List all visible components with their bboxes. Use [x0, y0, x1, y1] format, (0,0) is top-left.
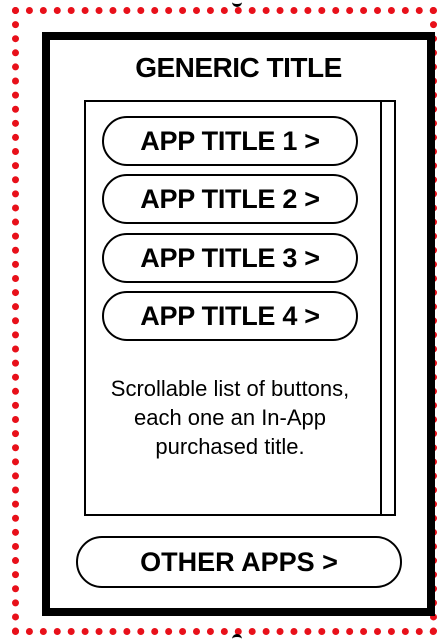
app-title-3-button[interactable]: APP TITLE 3 > [102, 233, 358, 283]
app-list-panel[interactable]: APP TITLE 1 > APP TITLE 2 > APP TITLE 3 … [84, 100, 396, 516]
app-title-2-button[interactable]: APP TITLE 2 > [102, 174, 358, 224]
device-screen: GENERIC TITLE APP TITLE 1 > APP TITLE 2 … [42, 32, 435, 616]
list-description: Scrollable list of buttons, each one an … [110, 376, 350, 459]
app-title-4-button[interactable]: APP TITLE 4 > [102, 291, 358, 341]
page-title: GENERIC TITLE [135, 52, 342, 83]
other-apps-button[interactable]: OTHER APPS > [76, 536, 402, 588]
top-notch [232, 0, 242, 7]
scrollbar[interactable] [380, 102, 394, 514]
bottom-notch [232, 634, 242, 641]
app-title-1-button[interactable]: APP TITLE 1 > [102, 116, 358, 166]
